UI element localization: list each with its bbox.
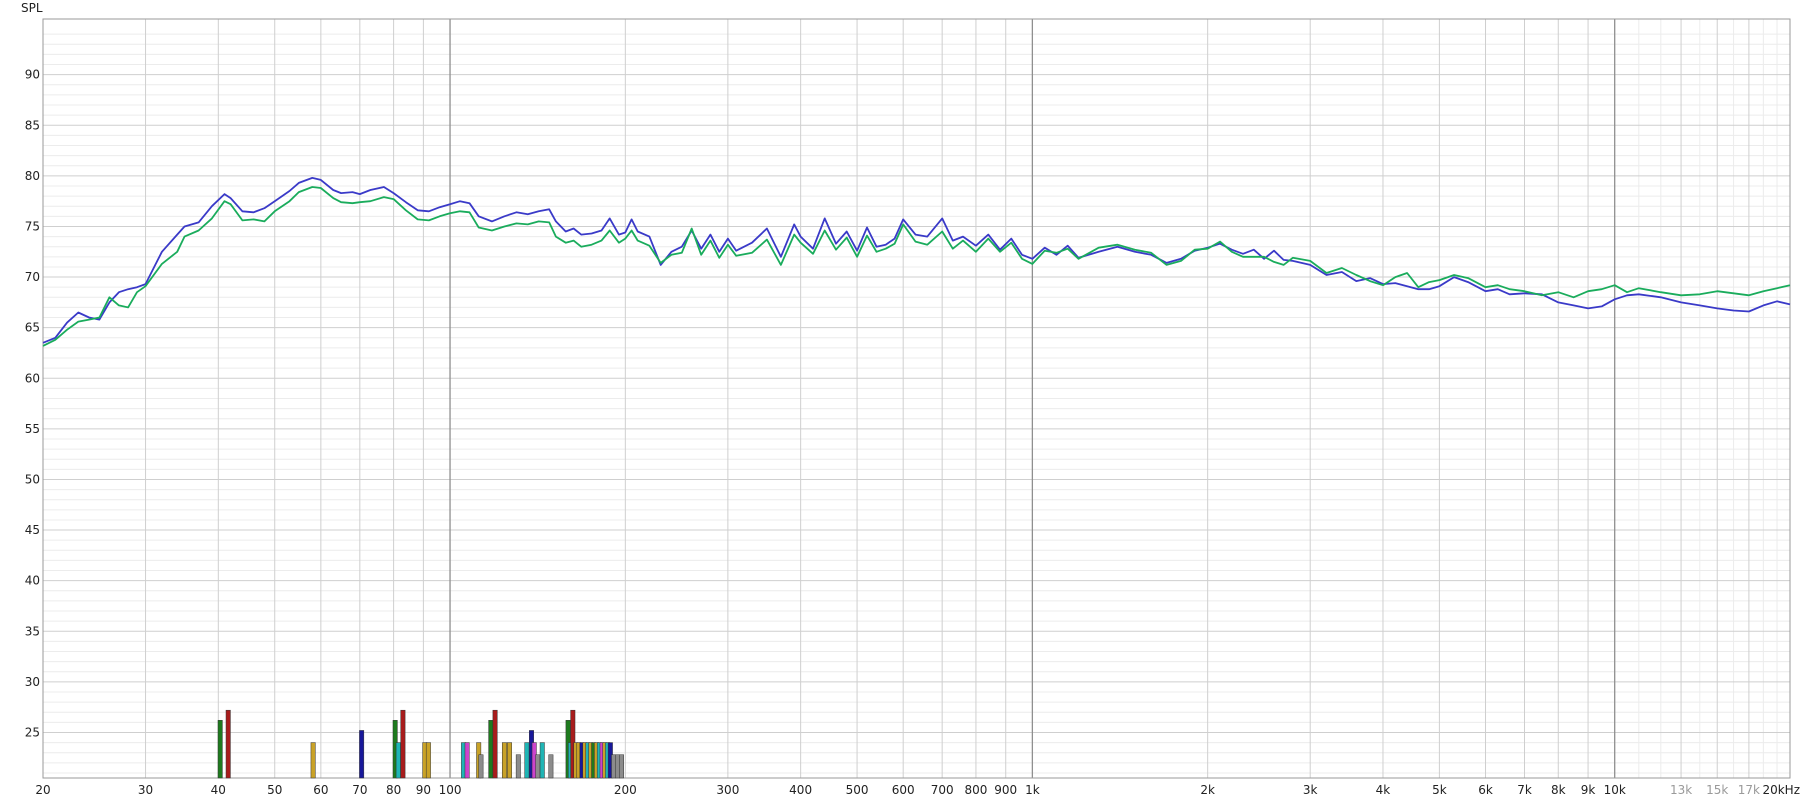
marker-bar: [524, 742, 530, 779]
x-tick-label: 600: [892, 783, 915, 797]
x-tick-label: 60: [313, 783, 328, 797]
series-line-1: [42, 177, 1791, 344]
marker-bar: [225, 709, 231, 779]
x-tick-label: 3k: [1303, 783, 1318, 797]
x-tick-label: 80: [386, 783, 401, 797]
x-tick-label: 200: [614, 783, 637, 797]
x-tick-label: 2k: [1200, 783, 1215, 797]
y-axis-label: SPL: [21, 1, 43, 15]
x-tick-label: 8k: [1551, 783, 1566, 797]
x-tick-label: 4k: [1376, 783, 1391, 797]
x-axis-ticks: 20 30 40 50 60 70 80 90 100 200 300 400 500 600 700 800…: [35, 783, 1800, 797]
marker-bar: [539, 742, 545, 779]
series-lines: [42, 177, 1791, 347]
marker-bar: [515, 754, 521, 779]
y-tick-label: 45: [25, 523, 40, 537]
x-tick-label: 17k: [1738, 783, 1760, 797]
y-tick-label: 85: [25, 118, 40, 132]
marker-bar: [217, 720, 223, 779]
x-tick-label: 7k: [1517, 783, 1532, 797]
marker-bar: [488, 720, 494, 779]
x-tick-label: 700: [931, 783, 954, 797]
y-tick-label: 70: [25, 270, 40, 284]
marker-bar: [548, 754, 554, 779]
marker-bar: [425, 742, 431, 779]
x-tick-label: 6k: [1478, 783, 1493, 797]
marker-bars: [217, 709, 624, 779]
x-tick-label: 30: [138, 783, 153, 797]
x-tick-label: 50: [267, 783, 282, 797]
spl-frequency-chart: 25 30 35 40 45 50 55 60 65 70 75 80 85 90 20 30 40 50 60 7…: [21, 1, 1800, 797]
x-tick-label: 13k: [1670, 783, 1692, 797]
y-tick-label: 90: [25, 68, 40, 82]
x-tick-label: 9k: [1581, 783, 1596, 797]
y-tick-label: 55: [25, 422, 40, 436]
marker-bar: [535, 754, 541, 779]
marker-bar: [464, 742, 470, 779]
x-tick-label: 15k: [1706, 783, 1728, 797]
y-tick-label: 30: [25, 675, 40, 689]
marker-bar: [400, 709, 406, 779]
y-axis-ticks: 25 30 35 40 45 50 55 60 65 70 75 80 85 90: [25, 68, 40, 740]
y-tick-label: 65: [25, 321, 40, 335]
minor-gridlines: [43, 19, 1790, 778]
marker-bar: [501, 742, 507, 779]
x-tick-label: 70: [352, 783, 367, 797]
x-tick-label: 900: [994, 783, 1017, 797]
x-tick-label: 100: [439, 783, 462, 797]
x-tick-label: 300: [716, 783, 739, 797]
x-tick-label: 40: [211, 783, 226, 797]
y-tick-label: 50: [25, 472, 40, 486]
y-tick-label: 60: [25, 371, 40, 385]
marker-bar: [395, 742, 401, 779]
x-tick-label: 5k: [1432, 783, 1447, 797]
y-tick-label: 25: [25, 725, 40, 739]
x-tick-label: 10k: [1604, 783, 1626, 797]
y-tick-label: 35: [25, 624, 40, 638]
x-tick-label: 1k: [1025, 783, 1040, 797]
marker-bar: [310, 742, 316, 779]
x-tick-label: 500: [846, 783, 869, 797]
x-tick-label: 20kHz: [1762, 783, 1800, 797]
marker-bar: [619, 754, 624, 779]
x-tick-label: 400: [789, 783, 812, 797]
x-tick-label: 90: [416, 783, 431, 797]
y-tick-label: 75: [25, 219, 40, 233]
y-tick-label: 80: [25, 169, 40, 183]
marker-bar: [492, 709, 498, 779]
x-tick-label: 800: [964, 783, 987, 797]
marker-bar: [359, 730, 365, 779]
x-tick-label: 20: [35, 783, 50, 797]
marker-bar: [507, 742, 512, 779]
y-tick-label: 40: [25, 574, 40, 588]
marker-bar: [478, 754, 484, 779]
